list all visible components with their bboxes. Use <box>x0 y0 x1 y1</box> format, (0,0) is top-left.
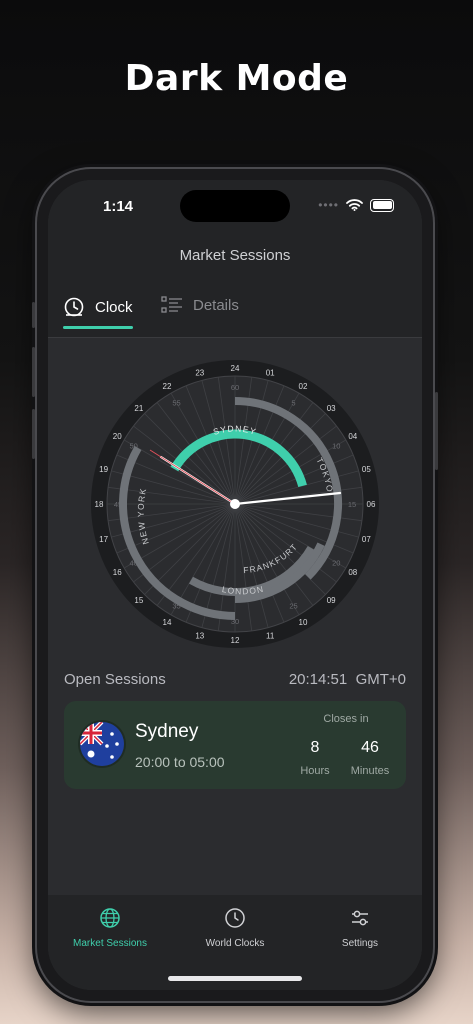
dial-minute-label: 60 <box>231 383 239 392</box>
status-icons: •••• <box>318 198 394 212</box>
app-screen: 1:14 •••• Market Sessions Clock Details … <box>48 180 422 990</box>
dial-hour-label: 20 <box>113 432 122 441</box>
open-sessions-title: Open Sessions <box>64 671 166 688</box>
sessions-dial: 60510152025303540455055 2401020304050607… <box>91 360 379 648</box>
dial-hour-label: 15 <box>134 596 143 605</box>
clock-icon <box>64 297 84 317</box>
session-hours: 20:00 to 05:00 <box>135 754 225 770</box>
globe-icon <box>100 908 120 928</box>
closes-minutes-value: 46 <box>361 739 379 756</box>
nav-title: Market Sessions <box>179 247 291 264</box>
dial-hour-label: 14 <box>163 618 172 627</box>
dial-hour-label: 09 <box>327 596 336 605</box>
bottom-tab-market-sessions[interactable]: Market Sessions <box>55 905 165 949</box>
phone-frame: 1:14 •••• Market Sessions Clock Details … <box>32 167 438 1003</box>
sliders-icon <box>352 910 368 926</box>
dial-minute-label: 20 <box>332 559 340 568</box>
closes-minutes-unit: Minutes <box>350 765 390 777</box>
dial-hour-label: 18 <box>95 500 104 509</box>
dial-hour-label: 11 <box>266 631 275 640</box>
dial-hour-label: 04 <box>348 432 357 441</box>
promo-headline: Dark Mode <box>124 58 349 99</box>
dynamic-island <box>180 190 290 222</box>
tab-details[interactable]: Details <box>161 296 239 314</box>
current-time: 20:14:51 GMT+0 <box>288 671 406 688</box>
status-time: 1:14 <box>103 198 134 215</box>
australia-flag-icon <box>80 722 124 766</box>
dial-center <box>230 499 240 509</box>
closes-in-label: Closes in <box>323 713 369 725</box>
session-card-sydney[interactable]: Sydney 20:00 to 05:00 Closes in 8 Hours … <box>64 701 406 789</box>
dial-hour-label: 12 <box>231 636 240 645</box>
dial-hour-label: 03 <box>327 404 336 413</box>
tab-details-label: Details <box>193 296 239 314</box>
dial-hour-label: 07 <box>362 535 371 544</box>
top-bar: 1:14 •••• Market Sessions Clock Details <box>48 180 422 337</box>
bottom-tab-settings-label: Settings <box>341 938 379 949</box>
dial-hour-label: 08 <box>348 568 357 577</box>
active-tab-indicator <box>63 326 133 329</box>
dial-hour-label: 13 <box>195 631 204 640</box>
bottom-tab-market-sessions-label: Market Sessions <box>73 938 147 949</box>
open-sessions-header: Open Sessions 20:14:51 GMT+0 <box>64 671 406 688</box>
dial-minute-label: 55 <box>172 399 180 408</box>
dial-hour-label: 16 <box>113 568 122 577</box>
wifi-icon <box>346 199 363 211</box>
dial-minute-label: 5 <box>291 399 295 408</box>
dial-hour-label: 17 <box>99 535 108 544</box>
dial-hour-label: 24 <box>231 364 240 373</box>
tab-clock[interactable]: Clock <box>63 296 133 318</box>
signal-icon: •••• <box>318 198 339 212</box>
dial-minute-label: 25 <box>289 601 297 610</box>
dial-minute-label: 15 <box>348 500 356 509</box>
closes-hours-unit: Hours <box>300 765 330 777</box>
bottom-tab-bar: Market Sessions World Clocks Settings <box>48 895 422 990</box>
dial-hour-label: 05 <box>362 465 371 474</box>
dial-hour-label: 22 <box>163 382 172 391</box>
dial-hour-label: 01 <box>266 369 275 378</box>
bottom-tab-world-clocks[interactable]: World Clocks <box>180 905 290 949</box>
dial-hour-label: 21 <box>134 404 143 413</box>
session-city: Sydney <box>135 721 199 742</box>
dial-minute-label: 10 <box>332 442 340 451</box>
battery-icon <box>370 198 394 212</box>
home-indicator <box>168 976 302 981</box>
clock-icon <box>225 908 245 928</box>
tab-clock-label: Clock <box>95 298 133 316</box>
bottom-tab-settings[interactable]: Settings <box>305 905 415 949</box>
dial-hour-label: 10 <box>299 618 308 627</box>
dial-hour-label: 23 <box>195 369 204 378</box>
dial-hour-label: 19 <box>99 465 108 474</box>
bottom-tab-world-clocks-label: World Clocks <box>205 938 265 949</box>
dial-hour-label: 06 <box>367 500 376 509</box>
closes-hours-value: 8 <box>310 739 320 756</box>
dial-hour-label: 02 <box>299 382 308 391</box>
list-icon <box>161 296 182 313</box>
